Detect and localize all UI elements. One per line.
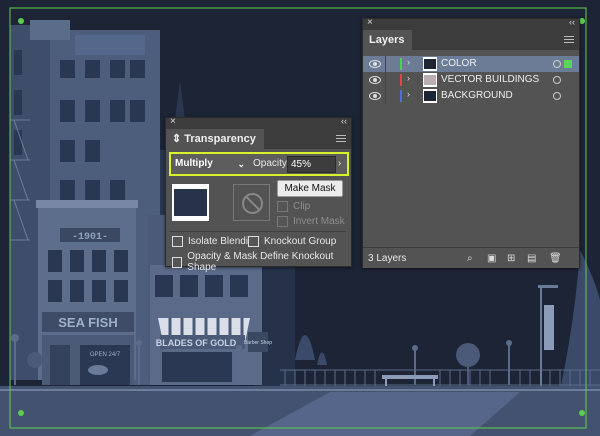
- layer-row-color[interactable]: › COLOR: [363, 56, 579, 72]
- target-icon[interactable]: [553, 60, 561, 68]
- opacity-slider-arrow-icon[interactable]: ›: [334, 156, 345, 172]
- divider: [170, 231, 346, 232]
- transparency-panel: × ‹‹ ⇕ Transparency Multiply ⌄ Opacity: …: [165, 116, 352, 273]
- no-mask-icon: [242, 193, 263, 214]
- target-icon[interactable]: [553, 92, 561, 100]
- sign-1901: -1901-: [72, 232, 108, 243]
- layer-color-swatch: [400, 90, 402, 102]
- collapse-icon[interactable]: ‹‹: [341, 116, 347, 126]
- tab-transparency[interactable]: ⇕ Transparency: [166, 129, 264, 149]
- chevron-down-icon: ⌄: [237, 159, 245, 169]
- object-thumbnail[interactable]: [172, 184, 209, 221]
- clip-checkbox[interactable]: Clip: [277, 201, 310, 212]
- layer-row-background[interactable]: › BACKGROUND: [363, 88, 579, 104]
- locate-object-icon[interactable]: ⌕: [467, 253, 473, 264]
- isolate-blending-checkbox[interactable]: Isolate Blending: [172, 236, 259, 247]
- target-icon[interactable]: [553, 76, 561, 84]
- checkbox-box[interactable]: [172, 256, 183, 268]
- tab-layers[interactable]: Layers: [363, 30, 413, 50]
- clipping-mask-icon[interactable]: ▣: [487, 253, 496, 264]
- divider: [385, 88, 386, 104]
- sign-blades-of-gold: BLADES OF GOLD: [156, 338, 237, 348]
- layer-name[interactable]: BACKGROUND: [441, 90, 513, 102]
- chevron-right-icon[interactable]: ›: [407, 57, 410, 67]
- chevron-right-icon[interactable]: ›: [407, 73, 410, 83]
- layer-thumbnail: [423, 57, 437, 71]
- checkbox-box[interactable]: [172, 236, 183, 247]
- layer-name[interactable]: COLOR: [441, 58, 477, 70]
- collapse-icon[interactable]: ‹‹: [569, 17, 575, 27]
- panel-menu-icon[interactable]: [564, 36, 574, 44]
- layer-thumbnail: [423, 73, 437, 87]
- new-sublayer-icon[interactable]: ⊞: [507, 253, 515, 264]
- close-icon[interactable]: ×: [367, 17, 373, 28]
- panel-menu-icon[interactable]: [336, 135, 346, 143]
- mask-thumbnail[interactable]: [233, 184, 270, 221]
- eye-icon[interactable]: [369, 76, 381, 84]
- opacity-mask-knockout-checkbox[interactable]: Opacity & Mask Define Knockout Shape: [172, 251, 351, 273]
- invert-mask-checkbox[interactable]: Invert Mask: [277, 216, 345, 227]
- layers-footer: 3 Layers ⌕ ▣ ⊞ ▤ 🗑: [363, 247, 579, 268]
- layer-row-vector-buildings[interactable]: › VECTOR BUILDINGS: [363, 72, 579, 88]
- layers-count: 3 Layers: [368, 253, 407, 264]
- chevron-right-icon[interactable]: ›: [407, 89, 410, 99]
- layer-color-swatch: [400, 74, 402, 86]
- sign-sea-fish: SEA FISH: [58, 315, 117, 330]
- sign-open: OPEN 24/7: [90, 352, 121, 358]
- new-layer-icon[interactable]: ▤: [527, 253, 536, 264]
- sign-barber-shop: Barber Shop: [244, 340, 272, 346]
- panel-titlebar[interactable]: × ‹‹: [166, 116, 351, 129]
- blend-mode-select[interactable]: Multiply ⌄: [175, 156, 247, 172]
- checkbox-box[interactable]: [277, 201, 288, 212]
- layer-name[interactable]: VECTOR BUILDINGS: [441, 74, 539, 86]
- make-mask-button[interactable]: Make Mask: [277, 180, 343, 197]
- selection-indicator-icon[interactable]: [564, 60, 572, 68]
- opacity-label: Opacity:: [253, 158, 290, 169]
- checkbox-box[interactable]: [277, 216, 288, 227]
- opacity-input[interactable]: 45%: [287, 156, 336, 173]
- layer-thumbnail: [423, 89, 437, 103]
- divider: [385, 56, 386, 72]
- layer-color-swatch: [400, 58, 402, 70]
- blend-opacity-row: Multiply ⌄ Opacity: 45% ›: [169, 152, 349, 176]
- layers-panel: × ‹‹ Layers › COLOR › VECTOR BUILDINGS ›…: [362, 17, 580, 268]
- panel-titlebar[interactable]: × ‹‹: [363, 17, 579, 30]
- divider: [385, 72, 386, 88]
- trash-icon[interactable]: 🗑: [549, 253, 562, 264]
- checkbox-box[interactable]: [248, 236, 259, 247]
- knockout-group-checkbox[interactable]: Knockout Group: [248, 236, 336, 247]
- close-icon[interactable]: ×: [170, 116, 176, 127]
- tab-arrows-icon: ⇕: [172, 133, 185, 145]
- eye-icon[interactable]: [369, 60, 381, 68]
- eye-icon[interactable]: [369, 92, 381, 100]
